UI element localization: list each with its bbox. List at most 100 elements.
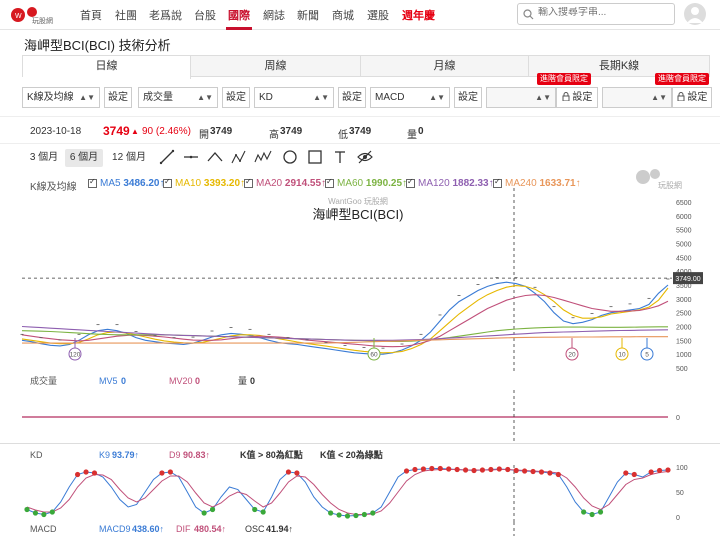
kd-green-dot: [597, 509, 604, 515]
kd-red-dot: [538, 469, 545, 475]
macd9-value: 438.60↑: [132, 524, 164, 534]
kd-green-dot: [589, 511, 595, 518]
nav-item-shop[interactable]: 商城: [332, 7, 354, 23]
tab-monthly[interactable]: 月線: [361, 56, 529, 77]
kd-red-dot: [159, 470, 165, 476]
select-volume[interactable]: 成交量 ▲▼: [138, 87, 218, 108]
select-vip-1[interactable]: ▲▼: [486, 87, 556, 108]
vol-value: 0: [250, 376, 255, 386]
ma-checkbox-ma60[interactable]: [325, 177, 334, 188]
kd-green-dot: [370, 510, 376, 516]
macd9-label: MACD9: [99, 524, 131, 534]
mv5-label: MV5: [99, 376, 118, 386]
ma-marker-label: 5: [645, 352, 649, 359]
hide-drawings-icon[interactable]: [356, 148, 374, 166]
setting-button-vip-2[interactable]: 設定: [672, 87, 712, 108]
kd-note-red: K值 > 80為紅點: [240, 449, 303, 460]
volume-chart[interactable]: 成交量 MV5 0 MV20 0 量 00: [0, 374, 720, 444]
y-tick-label: 5500: [676, 228, 692, 235]
kd-green-dot: [353, 512, 359, 519]
y-tick-label: 2000: [676, 325, 692, 332]
setting-button-kd[interactable]: 設定: [338, 87, 366, 108]
kd-green-dot: [581, 509, 587, 515]
text-tool-icon[interactable]: [331, 148, 349, 166]
angle-tool-icon[interactable]: [206, 148, 224, 166]
nav-item-news[interactable]: 新聞: [297, 7, 319, 23]
pattern-wave-tool-icon[interactable]: [254, 148, 272, 166]
series-line-ma120: [21, 325, 669, 341]
search-input[interactable]: [538, 7, 668, 18]
user-avatar[interactable]: [684, 3, 706, 25]
setting-button-kline[interactable]: 設定: [104, 87, 132, 108]
vip-badge-2: 進階會員限定: [655, 73, 709, 85]
kd-chart[interactable]: KD K9 93.79↑ D9 90.83↑ K值 > 80為紅點 K值 < 20為綠點 0 5…: [0, 445, 720, 523]
dif-label: DIF: [176, 524, 191, 534]
quote-vol-label: 量: [407, 130, 417, 141]
price-chart[interactable]: WantGoo 玩股網海岬型BCI(BCI) 500 1000 1500 2000 250…: [0, 188, 720, 374]
kd-red-dot: [665, 467, 671, 473]
ma-checkbox-ma5[interactable]: [88, 177, 97, 188]
kd-red-dot: [462, 467, 469, 473]
kd-red-dot: [479, 467, 486, 473]
ma-checkbox-ma20[interactable]: [244, 177, 253, 188]
y-tick-label: 0: [676, 415, 680, 422]
circle-tool-icon[interactable]: [281, 148, 299, 166]
quote-high: 3749: [280, 126, 303, 137]
setting-button-vip-1[interactable]: 設定: [556, 87, 598, 108]
kd-green-dot: [260, 509, 266, 515]
kd-note-green: K值 < 20為綠點: [320, 449, 383, 460]
search-icon[interactable]: [523, 9, 534, 20]
y-tick-label: 5000: [676, 242, 692, 249]
svg-text:W: W: [15, 13, 22, 20]
nav-item-club[interactable]: 社團: [115, 7, 137, 23]
nav-item-screener[interactable]: 選股: [367, 7, 389, 23]
macd-chart[interactable]: MACD MACD9 438.60↑ DIF 480.54↑ OSC 41.94↑: [0, 522, 720, 536]
nav-item-anniversary[interactable]: 週年慶: [402, 7, 435, 23]
select-kline[interactable]: K線及均線 ▲▼: [22, 87, 100, 108]
kd-red-dot: [446, 466, 452, 472]
k9-value: 93.79↑: [112, 450, 139, 460]
nav-item-international[interactable]: 國際: [228, 7, 250, 23]
quote-price: 3749: [103, 124, 130, 138]
kd-red-dot: [623, 470, 629, 476]
select-kd[interactable]: KD ▲▼: [254, 87, 334, 108]
setting-button-volume[interactable]: 設定: [222, 87, 250, 108]
page-title: 海岬型BCI(BCI) 技術分析: [24, 38, 171, 53]
tab-daily[interactable]: 日線: [23, 56, 191, 79]
quote-info-row: 2023-10-18 3749 ▲ 90 (2.46%) 開 3749 高 37…: [0, 116, 720, 144]
range-6m-button[interactable]: 6 個月: [65, 149, 103, 167]
ma-checkbox-ma10[interactable]: [163, 177, 172, 188]
select-vip-2[interactable]: ▲▼: [602, 87, 672, 108]
nav-item-tw-stock[interactable]: 台股: [194, 7, 216, 23]
kd-green-dot: [201, 510, 207, 516]
y-tick-label: 6500: [676, 200, 692, 207]
nav-item-home[interactable]: 首頁: [80, 7, 102, 23]
nav-item-blog[interactable]: 網誌: [263, 7, 285, 23]
pattern-abc-tool-icon[interactable]: [230, 148, 248, 166]
lock-icon: [677, 92, 685, 102]
y-tick-label: 50: [676, 490, 684, 497]
setting-button-macd[interactable]: 設定: [454, 87, 482, 108]
search-box[interactable]: [517, 3, 675, 25]
series-line-ma60: [21, 326, 668, 342]
kd-green-dot: [24, 506, 30, 513]
kd-red-dot: [454, 466, 460, 473]
quote-low: 3749: [349, 126, 372, 137]
kd-red-dot: [488, 466, 494, 473]
y-tick-label: 1500: [676, 338, 692, 345]
nav-item-teacher[interactable]: 老爲說: [149, 7, 182, 23]
kd-green-dot: [209, 506, 216, 513]
range-3m-button[interactable]: 3 個月: [26, 149, 62, 167]
ma-checkbox-ma240[interactable]: [493, 177, 502, 188]
rectangle-tool-icon[interactable]: [306, 148, 324, 166]
kd-green-dot: [252, 506, 258, 513]
horizontal-line-tool-icon[interactable]: [182, 148, 200, 166]
trendline-tool-icon[interactable]: [158, 148, 176, 166]
select-macd[interactable]: MACD ▲▼: [370, 87, 450, 108]
range-12m-button[interactable]: 12 個月: [108, 149, 150, 167]
kd-red-dot: [555, 471, 561, 478]
ma-checkbox-ma120[interactable]: [406, 177, 415, 188]
ma-marker-label: 20: [568, 352, 576, 359]
kd-red-dot: [530, 468, 536, 475]
tab-weekly[interactable]: 周線: [191, 56, 361, 77]
